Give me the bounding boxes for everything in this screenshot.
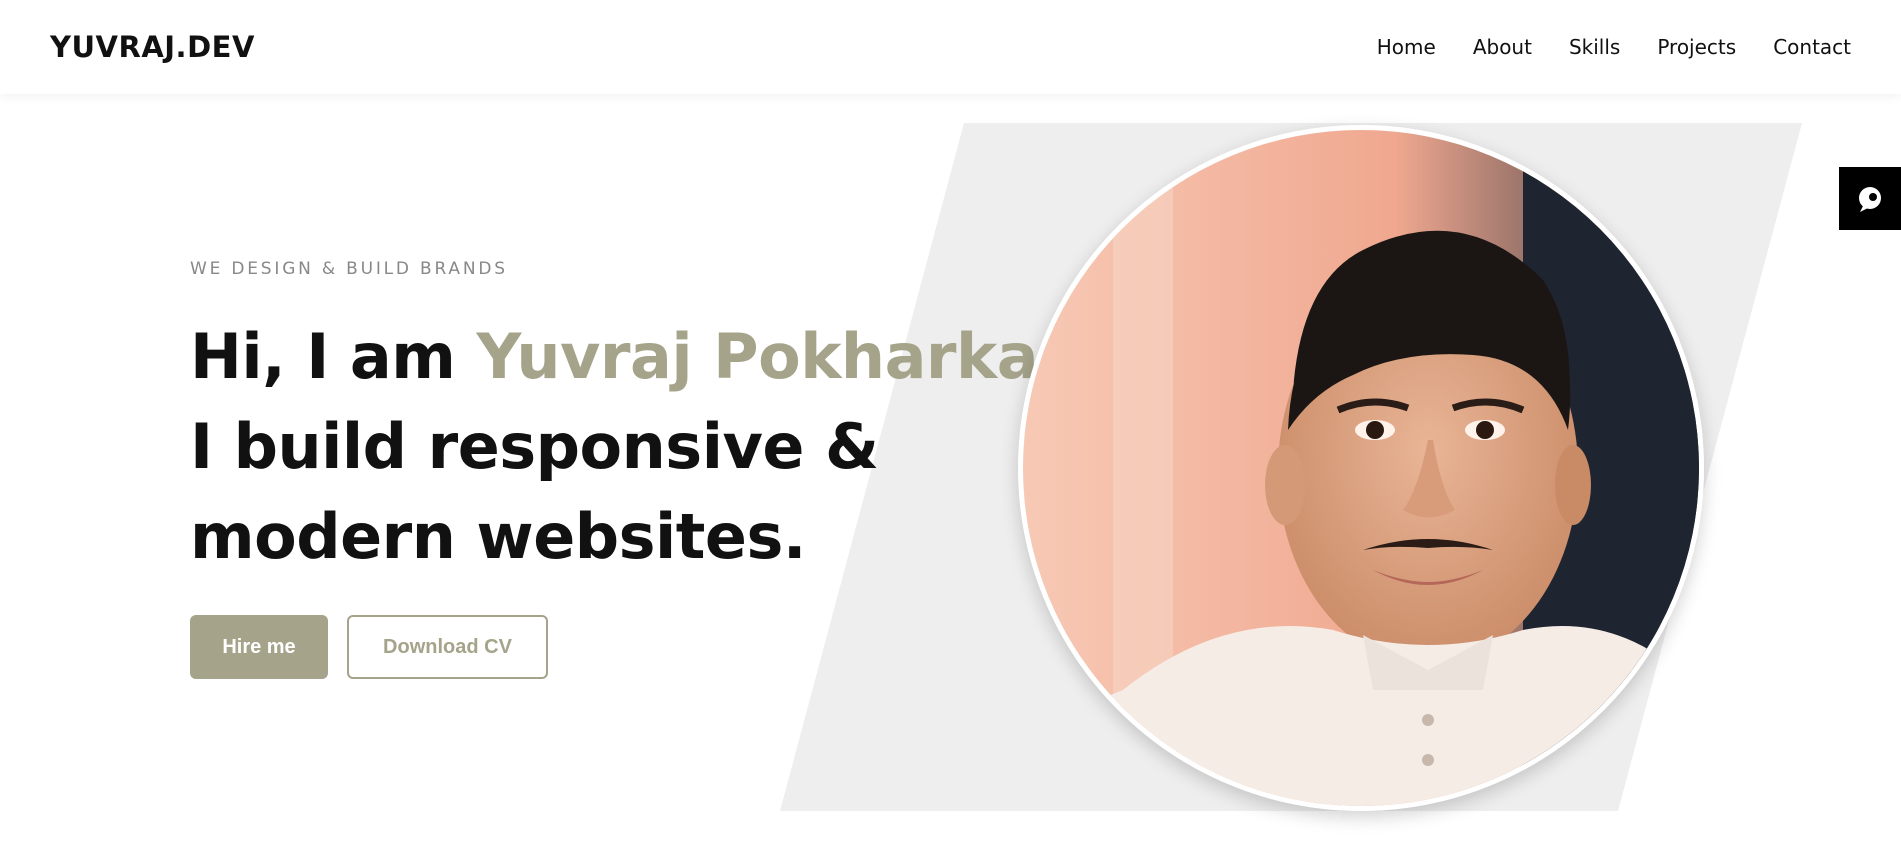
nav-link-skills[interactable]: Skills [1569, 33, 1620, 61]
download-cv-button[interactable]: Download CV [347, 615, 548, 679]
hire-me-button[interactable]: Hire me [190, 615, 328, 679]
profile-photo [1018, 125, 1704, 811]
chat-bubble-icon [1859, 186, 1881, 212]
profile-photo-illustration [1023, 130, 1699, 806]
hero-headline: Hi, I am Yuvraj Pokharkar I build respons… [190, 312, 1069, 582]
hero-eyebrow: WE DESIGN & BUILD BRANDS [190, 259, 508, 279]
hero-greeting: Hi, I am [190, 320, 477, 393]
hero-line-2: I build responsive & [190, 410, 879, 483]
hero-line-3: modern websites. [190, 500, 806, 573]
nav-link-contact[interactable]: Contact [1773, 33, 1851, 61]
main-nav: Home About Skills Projects Contact [1377, 33, 1851, 61]
chat-widget-button[interactable] [1839, 167, 1901, 230]
site-logo[interactable]: YUVRAJ.DEV [50, 30, 255, 64]
nav-link-about[interactable]: About [1473, 33, 1532, 61]
navbar: YUVRAJ.DEV Home About Skills Projects Co… [0, 0, 1901, 94]
nav-link-home[interactable]: Home [1377, 33, 1436, 61]
nav-link-projects[interactable]: Projects [1657, 33, 1736, 61]
hero-name: Yuvraj Pokharkar [476, 320, 1069, 393]
